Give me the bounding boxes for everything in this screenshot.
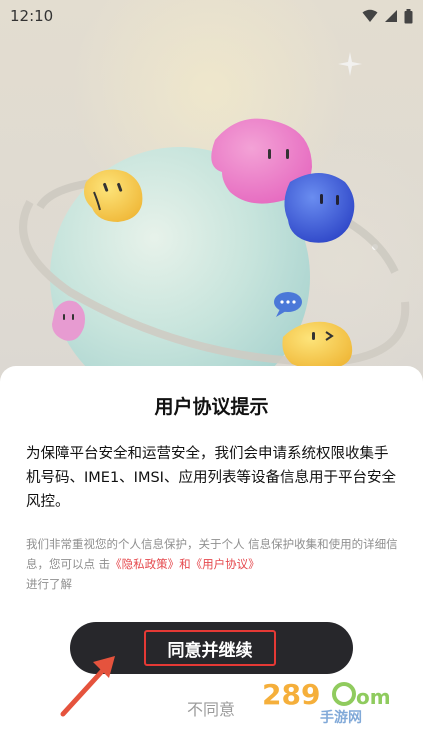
dialog-title: 用户协议提示: [154, 396, 269, 418]
annotation-arrow-icon: [60, 656, 115, 717]
privacy-policy-link[interactable]: 《隐私政策》: [110, 557, 179, 571]
status-bar: 12:10: [0, 0, 423, 32]
status-time: 12:10: [10, 7, 54, 25]
signal-icon: [385, 10, 397, 22]
blue-blob-character: [284, 173, 355, 243]
dialog-body-text: 为保障平台安全和运营安全，我们会申请系统权限收集手机号码、IME1、IMSI、应…: [26, 446, 396, 510]
dialog-privacy-note: 我们非常重视您的个人信息保护，关于个人 信息保护收集和使用的详细信息，您可以点 …: [26, 534, 400, 594]
note-and-text: 和: [179, 557, 191, 571]
star-icon: [338, 52, 362, 76]
site-watermark-logo: 289 om 手游网: [262, 678, 391, 726]
battery-icon: [404, 8, 413, 23]
svg-text:289: 289: [262, 678, 320, 711]
svg-text:om: om: [356, 685, 391, 709]
status-icons: [362, 8, 413, 24]
note-suffix: 进行了解: [26, 577, 72, 591]
splash-illustration: [19, 52, 410, 372]
svg-text:手游网: 手游网: [320, 709, 362, 726]
wifi-icon: [362, 9, 378, 22]
disagree-button[interactable]: 不同意: [161, 696, 261, 720]
agree-button-label: 同意并继续: [144, 630, 276, 666]
user-agreement-link[interactable]: 《用户协议》: [191, 557, 260, 571]
